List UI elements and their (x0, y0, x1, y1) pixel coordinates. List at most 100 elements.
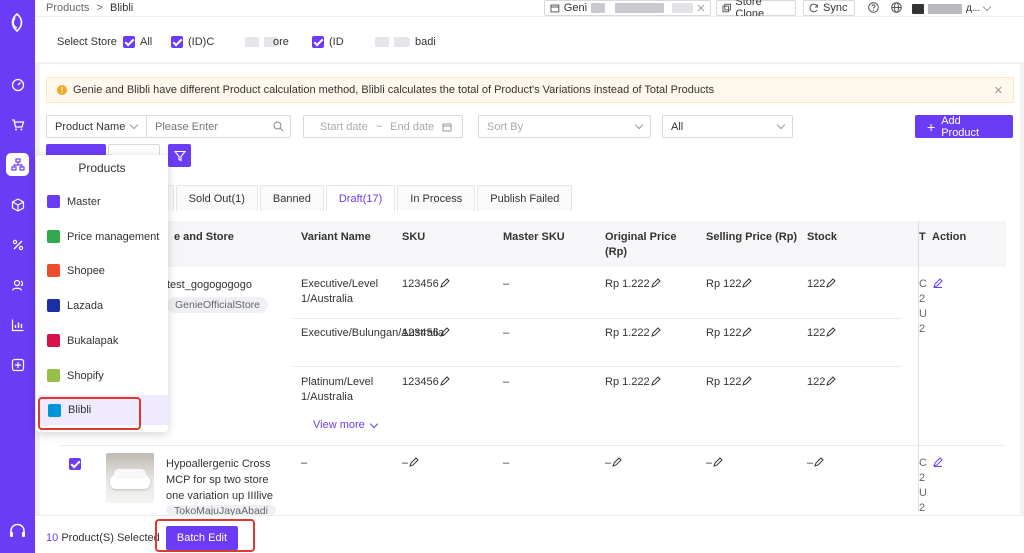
help-icon[interactable] (868, 2, 879, 13)
menu-item-bukalapak[interactable]: Bukalapak (47, 334, 118, 347)
store-option-1[interactable]: (ID)C (171, 36, 279, 48)
top-bar: Products > Blibli Geni Store Clone Sync … (35, 0, 1024, 20)
users-icon[interactable] (6, 273, 29, 296)
chevron-down-icon (982, 2, 992, 12)
add-product-button[interactable]: + Add Product (915, 115, 1013, 139)
sync-button[interactable]: Sync (803, 0, 855, 16)
tab-draft[interactable]: Draft(17) (325, 185, 396, 211)
sku-cell[interactable]: 123456 (402, 277, 450, 292)
chevron-down-icon (776, 120, 786, 130)
store-option-label: badi (415, 36, 436, 48)
edit-icon[interactable] (650, 376, 661, 386)
search-icon[interactable] (273, 121, 284, 132)
edit-icon[interactable] (439, 327, 450, 337)
app-logo-icon[interactable] (7, 12, 28, 33)
shop-selector[interactable]: Geni (544, 0, 711, 16)
checkbox-checked-icon[interactable] (171, 36, 183, 48)
sell-price-cell[interactable]: – (706, 456, 723, 471)
orig-price-cell[interactable]: Rp 1.222 (605, 375, 661, 390)
close-icon[interactable]: ✕ (994, 84, 1003, 97)
dashboard-icon[interactable] (6, 73, 29, 96)
checkbox-checked-icon[interactable] (312, 36, 324, 48)
orig-price-cell[interactable]: – (605, 456, 622, 471)
edit-icon[interactable] (826, 327, 837, 337)
sell-price-cell[interactable]: Rp 122 (706, 326, 753, 341)
stock-value: 122 (807, 278, 826, 290)
status-select[interactable]: All (662, 115, 793, 138)
tab-in-process[interactable]: In Process (397, 185, 476, 211)
edit-icon[interactable] (650, 278, 661, 288)
edit-icon[interactable] (933, 457, 943, 467)
edit-icon[interactable] (650, 327, 661, 337)
menu-item-price-management[interactable]: Price management (47, 230, 159, 243)
percent-icon[interactable] (6, 233, 29, 256)
search-input[interactable] (147, 117, 267, 136)
checkbox-checked-icon[interactable] (123, 36, 135, 48)
store-clone-button[interactable]: Store Clone (716, 0, 796, 20)
edit-icon[interactable] (409, 457, 419, 467)
col-sku: SKU (402, 231, 426, 243)
date-range-picker[interactable]: Start date ~ End date (303, 115, 463, 138)
orig-price-cell[interactable]: Rp 1.222 (605, 277, 661, 292)
chart-icon[interactable] (6, 313, 29, 336)
menu-item-shopee[interactable]: Shopee (47, 264, 105, 277)
row-checkbox-checked-icon[interactable] (69, 458, 81, 470)
tab-sold-out[interactable]: Sold Out(1) (175, 185, 258, 211)
edit-icon[interactable] (439, 278, 450, 288)
edit-icon[interactable] (742, 327, 753, 337)
products-icon[interactable] (6, 153, 29, 176)
edit-icon[interactable] (612, 457, 622, 467)
sell-price-value: Rp 122 (706, 278, 742, 290)
sort-by-select[interactable]: Sort By (478, 115, 651, 138)
sell-price-cell[interactable]: Rp 122 (706, 277, 753, 292)
package-icon[interactable] (6, 193, 29, 216)
tab-banned[interactable]: Banned (259, 185, 324, 211)
store-option-4[interactable]: badi (402, 36, 436, 48)
edit-icon[interactable] (814, 457, 824, 467)
edit-icon[interactable] (713, 457, 723, 467)
field-select[interactable]: Product Name (47, 116, 147, 137)
stock-cell[interactable]: 122 (807, 277, 837, 292)
variant-name: Executive/Level 1/Australia (301, 278, 379, 305)
edit-icon[interactable] (826, 278, 837, 288)
breadcrumb-parent[interactable]: Products (46, 2, 89, 14)
store-option-label: (ID (329, 36, 344, 48)
filter-button[interactable] (168, 144, 191, 167)
store-option-all[interactable]: All (123, 36, 152, 48)
headset-help-icon[interactable] (6, 520, 29, 543)
shopify-icon (47, 369, 60, 382)
menu-item-label: Bukalapak (67, 334, 119, 347)
orig-price-cell[interactable]: Rp 1.222 (605, 326, 661, 341)
store-option-label: ore (273, 36, 289, 48)
edit-icon[interactable] (439, 376, 450, 386)
add-box-icon[interactable] (6, 353, 29, 376)
menu-item-shopify[interactable]: Shopify (47, 369, 104, 382)
store-option-2[interactable]: ore (273, 36, 289, 48)
stock-cell[interactable]: 122 (807, 326, 837, 341)
master-sku-cell: – (503, 327, 510, 339)
sell-price-cell[interactable]: Rp 122 (706, 375, 753, 390)
filter-icon (173, 150, 186, 161)
plus-icon: + (927, 118, 936, 135)
view-more-link[interactable]: View more (313, 418, 379, 433)
sku-cell[interactable]: 123456 (402, 326, 450, 341)
user-menu[interactable]: д... (912, 2, 992, 14)
sku-cell[interactable]: 123456 (402, 375, 450, 390)
cart-icon[interactable] (6, 113, 29, 136)
sku-cell[interactable]: – (402, 456, 419, 471)
store-select-label: Select Store (57, 36, 117, 48)
stock-cell[interactable]: – (807, 456, 824, 471)
breadcrumb: Products > Blibli (46, 2, 133, 14)
stock-cell[interactable]: 122 (807, 375, 837, 390)
edit-icon[interactable] (742, 376, 753, 386)
clear-icon[interactable] (697, 4, 705, 12)
globe-icon[interactable] (891, 2, 902, 13)
menu-item-lazada[interactable]: Lazada (47, 299, 103, 312)
tab-publish-failed[interactable]: Publish Failed (477, 185, 573, 211)
store-option-3[interactable]: (ID (312, 36, 408, 48)
edit-icon[interactable] (742, 278, 753, 288)
edit-icon[interactable] (826, 376, 837, 386)
edit-icon[interactable] (933, 278, 943, 288)
table-header: e and Store Variant Name SKU Master SKU … (60, 221, 1006, 267)
menu-item-master[interactable]: Master (47, 195, 101, 208)
